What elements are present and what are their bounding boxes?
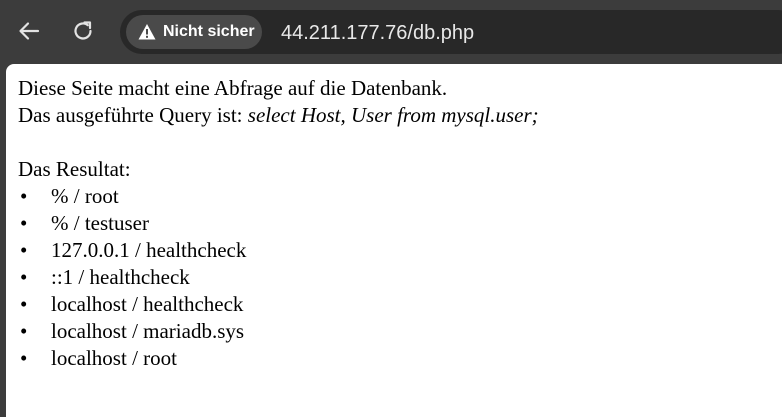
- result-text: localhost / root: [51, 346, 177, 370]
- bullet-icon: •: [20, 292, 28, 316]
- query-line: Das ausgeführte Query ist: select Host, …: [18, 102, 539, 129]
- page-viewport: Diese Seite macht eine Abfrage auf die D…: [6, 64, 782, 417]
- url-text[interactable]: 44.211.177.76/db.php: [281, 21, 474, 45]
- browser-window: Nicht sicher 44.211.177.76/db.php Diese …: [0, 0, 782, 417]
- bullet-icon: •: [20, 346, 28, 370]
- browser-toolbar: Nicht sicher 44.211.177.76/db.php: [0, 0, 782, 64]
- bullet-icon: •: [20, 184, 28, 208]
- result-item: • localhost / root: [18, 345, 539, 372]
- result-item: • % / testuser: [18, 210, 539, 237]
- query-text: select Host, User from mysql.user;: [247, 103, 539, 127]
- result-text: 127.0.0.1 / healthcheck: [51, 238, 247, 262]
- reload-icon: [74, 21, 92, 40]
- result-item: •::1 / healthcheck: [18, 264, 539, 291]
- result-item: • 127.0.0.1 / healthcheck: [18, 237, 539, 264]
- result-text: % / testuser: [51, 211, 149, 235]
- result-text: localhost / healthcheck: [51, 292, 244, 316]
- result-text: localhost / mariadb.sys: [51, 319, 245, 343]
- security-label: Nicht sicher: [163, 23, 255, 40]
- result-item: • % / root: [18, 183, 539, 210]
- bullet-icon: •: [20, 238, 28, 262]
- warning-triangle-icon: [138, 24, 156, 40]
- page-content: Diese Seite macht eine Abfrage auf die D…: [18, 75, 539, 372]
- result-text: % / root: [51, 184, 119, 208]
- result-list: • % / root • % / testuser • 127.0.0.1 / healt…: [18, 183, 539, 372]
- bullet-icon: •: [20, 265, 28, 289]
- bullet-icon: •: [20, 319, 28, 343]
- result-item: • localhost / healthcheck: [18, 291, 539, 318]
- intro-text: Diese Seite macht eine Abfrage auf die D…: [18, 76, 448, 100]
- address-bar[interactable]: Nicht sicher 44.211.177.76/db.php: [120, 10, 782, 54]
- result-item: • localhost / mariadb.sys: [18, 318, 539, 345]
- back-button[interactable]: [12, 14, 46, 48]
- result-heading: Das Resultat:: [18, 157, 131, 181]
- result-text: ::1 / healthcheck: [51, 265, 190, 289]
- reload-button[interactable]: [66, 14, 100, 48]
- query-prefix: Das ausgeführte Query ist:: [18, 103, 248, 127]
- bullet-icon: •: [20, 211, 28, 235]
- back-arrow-icon: [19, 22, 40, 40]
- security-indicator-button[interactable]: Nicht sicher: [126, 15, 262, 49]
